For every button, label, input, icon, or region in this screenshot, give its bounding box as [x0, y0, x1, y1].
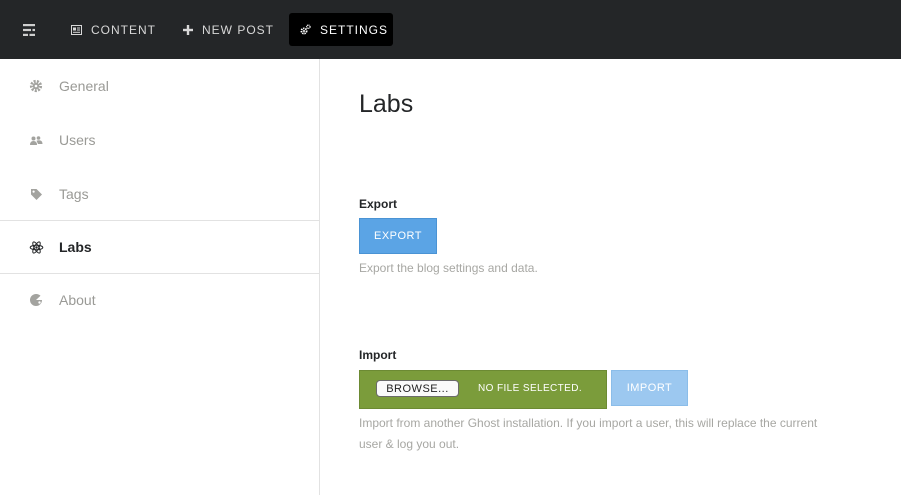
- import-help-text-line1: Import from another Ghost installation. …: [359, 416, 818, 430]
- import-help-text-line2: user & log you out.: [359, 437, 460, 451]
- atom-icon: [28, 239, 44, 255]
- tag-icon: [28, 186, 44, 202]
- nav-content-label: CONTENT: [91, 22, 156, 37]
- users-icon: [28, 132, 44, 148]
- sidebar-item-tags[interactable]: Tags: [0, 167, 319, 221]
- sidebar-item-about[interactable]: About: [0, 273, 319, 327]
- gears-icon: [300, 24, 311, 35]
- sidebar-item-users[interactable]: Users: [0, 113, 319, 167]
- nav-content-link[interactable]: CONTENT: [60, 13, 167, 46]
- settings-sidebar: General Users Tags Labs About: [0, 59, 320, 495]
- plus-icon: [183, 24, 193, 35]
- import-file-picker: BROWSE... NO FILE SELECTED.: [359, 370, 607, 409]
- nav-settings-label: SETTINGS: [320, 22, 389, 37]
- sidebar-item-label: Tags: [59, 186, 89, 202]
- sidebar-item-label: Labs: [59, 239, 92, 255]
- page-title: Labs: [359, 90, 414, 118]
- export-help-text: Export the blog settings and data.: [359, 261, 538, 275]
- sidebar-item-label: About: [59, 292, 96, 308]
- export-section-label: Export: [359, 197, 398, 211]
- sidebar-item-label: General: [59, 78, 109, 94]
- nav-settings-link[interactable]: SETTINGS: [289, 13, 393, 46]
- export-button[interactable]: EXPORT: [359, 218, 437, 254]
- gear-icon: [28, 78, 44, 94]
- ghost-icon: [28, 292, 44, 308]
- labs-settings-panel: Labs Export EXPORT Export the blog setti…: [320, 59, 901, 495]
- browse-button[interactable]: BROWSE...: [376, 380, 459, 397]
- sidebar-item-labs[interactable]: Labs: [0, 220, 319, 274]
- top-navigation-bar: CONTENT NEW POST SETTINGS: [0, 0, 901, 59]
- menu-icon[interactable]: [16, 18, 42, 42]
- nav-new-post-link[interactable]: NEW POST: [172, 13, 285, 46]
- import-section-label: Import: [359, 348, 397, 362]
- content-icon: [71, 24, 82, 35]
- file-status-text: NO FILE SELECTED.: [478, 383, 583, 394]
- nav-new-post-label: NEW POST: [202, 22, 275, 37]
- sidebar-item-general[interactable]: General: [0, 59, 319, 113]
- sidebar-item-label: Users: [59, 132, 96, 148]
- import-button[interactable]: IMPORT: [611, 370, 688, 406]
